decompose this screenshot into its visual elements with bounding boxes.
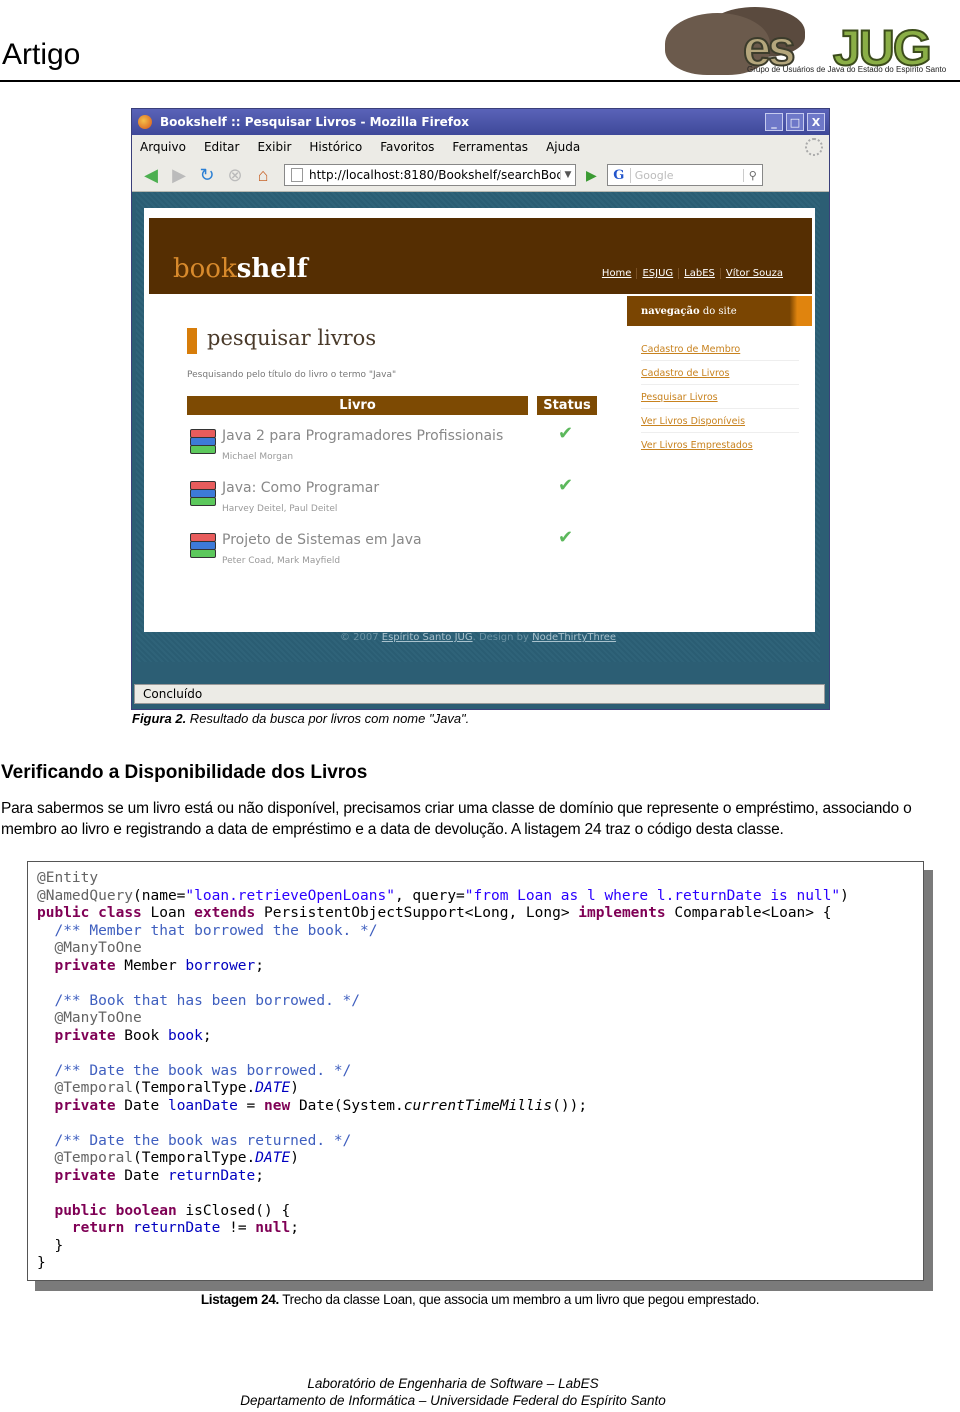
- code-listing: @Entity @NamedQuery(name="loan.retrieveO…: [27, 861, 924, 1281]
- throbber-icon: [805, 138, 823, 156]
- close-button[interactable]: X: [807, 113, 825, 131]
- books-icon: [187, 532, 217, 562]
- sidebar-link-pesquisar-livros[interactable]: Pesquisar Livros: [641, 392, 799, 409]
- url-dropdown-icon[interactable]: ▼: [560, 170, 575, 180]
- logo-subtitle: Grupo de Usuários de Java do Estado do E…: [747, 65, 947, 74]
- footer-line-1: Laboratório de Engenharia de Software – …: [307, 1376, 599, 1391]
- books-icon: [187, 428, 217, 458]
- sidebar-heading-bold: navegação: [641, 305, 700, 317]
- search-input[interactable]: Google: [631, 169, 743, 182]
- figure-text: Resultado da busca por livros com nome "…: [186, 711, 470, 726]
- site-header: bookshelf Home ESJUG LabES Vítor Souza: [149, 218, 812, 294]
- firefox-icon: [138, 115, 152, 129]
- check-icon: ✔: [558, 527, 574, 548]
- check-icon: ✔: [558, 475, 574, 496]
- sidebar-heading-rest: do site: [699, 305, 737, 317]
- sidebar-link-livros-emprestados[interactable]: Ver Livros Emprestados: [641, 440, 799, 456]
- document-page: Artigo es JUG Grupo de Usuários de Java …: [0, 0, 960, 1412]
- esjug-logo: es JUG Grupo de Usuários de Java do Esta…: [665, 5, 957, 77]
- column-header-livro: Livro: [187, 396, 528, 415]
- books-icon: [187, 480, 217, 510]
- book-title: Projeto de Sistemas em Java: [222, 532, 422, 548]
- link-home[interactable]: Home: [597, 268, 637, 279]
- back-arrow-icon[interactable]: ◀: [140, 164, 162, 186]
- menu-editar[interactable]: Editar: [204, 140, 240, 154]
- maximize-button[interactable]: □: [786, 113, 804, 131]
- window-title: Bookshelf :: Pesquisar Livros - Mozilla …: [160, 115, 469, 129]
- page-header-title: Artigo: [2, 38, 81, 71]
- sidebar-link-livros-disponiveis[interactable]: Ver Livros Disponíveis: [641, 416, 799, 433]
- page-viewport: bookshelf Home ESJUG LabES Vítor Souza p…: [136, 192, 820, 662]
- section-heading: Verificando a Disponibilidade dos Livros: [1, 762, 368, 783]
- logo-bold: shelf: [236, 254, 308, 284]
- url-text[interactable]: http://localhost:8180/Bookshelf/searchBo…: [309, 168, 560, 182]
- book-authors: Michael Morgan: [222, 452, 294, 462]
- menu-exibir[interactable]: Exibir: [257, 140, 291, 154]
- firefox-window-screenshot: Bookshelf :: Pesquisar Livros - Mozilla …: [131, 108, 830, 710]
- sidebar-link-cadastro-livros[interactable]: Cadastro de Livros: [641, 368, 799, 385]
- google-icon[interactable]: G: [608, 167, 631, 183]
- forward-arrow-icon[interactable]: ▶: [168, 164, 190, 186]
- stop-icon[interactable]: ⊗: [224, 164, 246, 186]
- book-authors: Peter Coad, Mark Mayfield: [222, 556, 341, 566]
- book-authors: Harvey Deitel, Paul Deitel: [222, 504, 338, 514]
- header-rule: [0, 80, 960, 82]
- link-labes[interactable]: LabES: [678, 268, 720, 279]
- search-icon[interactable]: ⚲: [742, 168, 762, 182]
- sidebar-heading: navegação do site: [627, 296, 812, 326]
- menu-ferramentas[interactable]: Ferramentas: [452, 140, 528, 154]
- link-vitor-souza[interactable]: Vítor Souza: [719, 268, 788, 279]
- book-row: Java 2 para Programadores Profissionais …: [187, 428, 607, 476]
- home-icon[interactable]: ⌂: [252, 164, 274, 186]
- section-paragraph: Para sabermos se um livro está ou não di…: [1, 800, 912, 838]
- site-logo[interactable]: bookshelf: [173, 254, 308, 284]
- menu-arquivo[interactable]: Arquivo: [140, 140, 186, 154]
- listing-label: Listagem 24.: [200, 1292, 280, 1307]
- top-nav: Home ESJUG LabES Vítor Souza: [597, 268, 788, 279]
- footer-link-esjug[interactable]: Espírito Santo JUG: [382, 632, 473, 643]
- title-accent: [187, 328, 197, 354]
- listing-text: Trecho da classe Loan, que associa um me…: [279, 1292, 760, 1307]
- check-icon: ✔: [558, 423, 574, 444]
- menu-historico[interactable]: Histórico: [309, 140, 362, 154]
- footer-copyright: © 2007: [339, 632, 382, 643]
- reload-icon[interactable]: ↻: [196, 164, 218, 186]
- site-footer: © 2007 Espírito Santo JUG. Design by Nod…: [136, 632, 820, 643]
- figure-caption: Figura 2. Resultado da busca por livros …: [132, 711, 469, 726]
- bookshelf-page: bookshelf Home ESJUG LabES Vítor Souza p…: [144, 208, 815, 632]
- window-titlebar: Bookshelf :: Pesquisar Livros - Mozilla …: [132, 109, 829, 135]
- search-description: Pesquisando pelo título do livro o termo…: [187, 370, 397, 380]
- menu-bar: Arquivo Editar Exibir Histórico Favorito…: [132, 135, 829, 159]
- footer-link-nodethirtythree[interactable]: NodeThirtyThree: [532, 632, 616, 643]
- book-title: Java: Como Programar: [222, 480, 380, 496]
- page-title: pesquisar livros: [207, 326, 377, 350]
- footer-design-by: . Design by: [472, 632, 533, 643]
- code-block: @Entity @NamedQuery(name="loan.retrieveO…: [37, 870, 849, 1271]
- menu-ajuda[interactable]: Ajuda: [546, 140, 580, 154]
- column-header-status: Status: [537, 396, 597, 415]
- link-esjug[interactable]: ESJUG: [636, 268, 678, 279]
- footer-line-2: Departamento de Informática – Universida…: [240, 1393, 666, 1408]
- url-bar[interactable]: http://localhost:8180/Bookshelf/searchBo…: [284, 164, 576, 186]
- listing-caption: Listagem 24. Trecho da classe Loan, que …: [0, 1292, 960, 1307]
- navigation-toolbar: ◀ ▶ ↻ ⊗ ⌂ http://localhost:8180/Bookshel…: [132, 159, 829, 192]
- page-icon: [291, 168, 303, 182]
- logo-light: book: [173, 254, 237, 284]
- minimize-button[interactable]: _: [765, 113, 783, 131]
- book-row: Java: Como Programar Harvey Deitel, Paul…: [187, 480, 607, 528]
- sidebar-link-cadastro-membro[interactable]: Cadastro de Membro: [641, 344, 799, 361]
- menu-favoritos[interactable]: Favoritos: [380, 140, 434, 154]
- book-row: Projeto de Sistemas em Java Peter Coad, …: [187, 532, 607, 580]
- book-title: Java 2 para Programadores Profissionais: [222, 428, 504, 444]
- figure-label: Figura 2.: [132, 711, 187, 726]
- status-bar: Concluído: [134, 684, 825, 704]
- go-icon[interactable]: ▶: [586, 167, 597, 184]
- search-box[interactable]: G Google ⚲: [606, 164, 763, 186]
